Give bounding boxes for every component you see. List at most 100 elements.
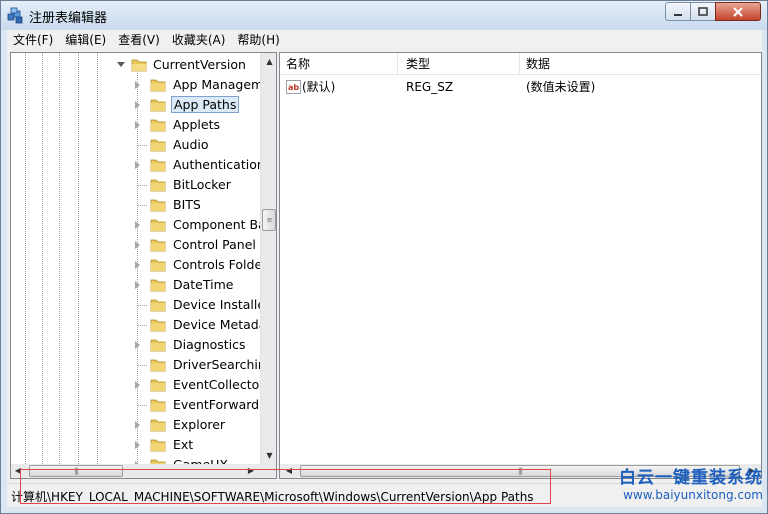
- value-name: (默认): [302, 80, 336, 94]
- tree-node-label: CurrentVersion: [153, 57, 246, 72]
- watermark-url: www.baiyunxitong.com: [623, 488, 763, 502]
- tree-node-label: DriverSearching: [173, 357, 260, 372]
- tree-node-label: Explorer: [173, 417, 226, 432]
- tree-connector: [137, 145, 147, 146]
- folder-icon: [150, 439, 166, 452]
- tree-node[interactable]: App Managem: [11, 75, 260, 95]
- menu-favorites[interactable]: 收藏夹(A): [166, 30, 232, 50]
- expand-icon[interactable]: [135, 81, 140, 89]
- expand-icon[interactable]: [135, 221, 140, 229]
- window-controls: [665, 2, 761, 21]
- folder-icon: [150, 239, 166, 252]
- folder-icon: [150, 299, 166, 312]
- tree-node[interactable]: Device Metada: [11, 315, 260, 335]
- watermark-title: 白云一键重装系统: [619, 468, 763, 488]
- tree-node[interactable]: DriverSearching: [11, 355, 260, 375]
- tree-node-label: Device Installer: [173, 297, 260, 312]
- value-row[interactable]: ab (默认) REG_SZ (数值未设置): [280, 77, 761, 97]
- column-header-type[interactable]: 类型: [400, 53, 520, 75]
- folder-icon: [150, 99, 166, 112]
- tree-node-label: EventCollector: [173, 377, 260, 392]
- menu-file[interactable]: 文件(F): [7, 30, 59, 50]
- folder-icon: [150, 179, 166, 192]
- tree-node[interactable]: Diagnostics: [11, 335, 260, 355]
- tree-node[interactable]: Audio: [11, 135, 260, 155]
- minimize-button[interactable]: [665, 2, 691, 21]
- expand-icon[interactable]: [135, 341, 140, 349]
- tree-node-label: Applets: [173, 117, 220, 132]
- tree-connector: [137, 365, 147, 366]
- value-data: (数值未设置): [526, 80, 596, 94]
- tree-node[interactable]: EventCollector: [11, 375, 260, 395]
- expand-icon[interactable]: [135, 261, 140, 269]
- minimize-icon: [674, 13, 682, 16]
- folder-icon: [150, 219, 166, 232]
- registry-editor-window: 注册表编辑器 文件(F) 编辑(E) 查看(V) 收藏夹(A) 帮助(H) Cu…: [0, 0, 768, 514]
- folder-icon: [150, 379, 166, 392]
- tree-node-root[interactable]: CurrentVersion: [11, 55, 260, 75]
- folder-icon: [150, 79, 166, 92]
- menu-bar: 文件(F) 编辑(E) 查看(V) 收藏夹(A) 帮助(H): [7, 30, 762, 50]
- tree-node[interactable]: Component Ba: [11, 215, 260, 235]
- client-area: CurrentVersion App Managem App Paths Apple…: [7, 50, 762, 507]
- scroll-up-arrow-icon[interactable]: ▲: [261, 53, 276, 70]
- tree-node-label: DateTime: [173, 277, 234, 292]
- menu-edit[interactable]: 编辑(E): [59, 30, 112, 50]
- expand-icon[interactable]: [135, 161, 140, 169]
- maximize-button[interactable]: [690, 2, 716, 21]
- folder-icon: [150, 419, 166, 432]
- tree-node[interactable]: Device Installer: [11, 295, 260, 315]
- grip-icon: ≡: [266, 216, 273, 224]
- tree-node[interactable]: Ext: [11, 435, 260, 455]
- folder-icon: [150, 259, 166, 272]
- expand-icon[interactable]: [135, 381, 140, 389]
- scroll-down-arrow-icon[interactable]: ▼: [261, 447, 276, 464]
- tree-node-label: BITS: [173, 197, 201, 212]
- tree-node[interactable]: BitLocker: [11, 175, 260, 195]
- tree-node-label: Control Panel: [173, 237, 256, 252]
- expand-icon[interactable]: [135, 241, 140, 249]
- column-header-data[interactable]: 数据: [520, 53, 760, 75]
- folder-icon: [150, 159, 166, 172]
- tree-node[interactable]: Applets: [11, 115, 260, 135]
- expand-icon[interactable]: [135, 421, 140, 429]
- tree-node[interactable]: EventForwardin: [11, 395, 260, 415]
- tree-connector: [137, 325, 147, 326]
- tree-node-label: EventForwardin: [173, 397, 260, 412]
- expand-icon[interactable]: [135, 441, 140, 449]
- window-title: 注册表编辑器: [29, 11, 108, 26]
- expand-icon[interactable]: [135, 101, 140, 109]
- highlight-box: [20, 469, 551, 504]
- expand-icon[interactable]: [135, 121, 140, 129]
- tree-vertical-scrollbar[interactable]: ▲ ≡ ▼: [260, 53, 276, 464]
- menu-view[interactable]: 查看(V): [112, 30, 166, 50]
- svg-text:ab: ab: [288, 83, 299, 92]
- tree-node[interactable]: GameUX: [11, 455, 260, 464]
- tree-node-label: Device Metada: [173, 317, 260, 332]
- folder-icon: [150, 359, 166, 372]
- tree-node[interactable]: Controls Folder: [11, 255, 260, 275]
- tree-vertical-scroll-thumb[interactable]: ≡: [262, 209, 276, 231]
- tree-node-label: Controls Folder: [173, 257, 260, 272]
- collapse-icon[interactable]: [117, 62, 125, 67]
- close-button[interactable]: [715, 2, 761, 21]
- tree-node[interactable]: DateTime: [11, 275, 260, 295]
- key-tree-pane[interactable]: CurrentVersion App Managem App Paths Apple…: [10, 52, 277, 479]
- tree-node[interactable]: Explorer: [11, 415, 260, 435]
- column-header-name[interactable]: 名称: [280, 53, 398, 75]
- tree-connector: [137, 185, 147, 186]
- folder-icon: [150, 119, 166, 132]
- folder-icon: [150, 339, 166, 352]
- tree-node[interactable]: App Paths: [11, 95, 260, 115]
- tree-node[interactable]: Authentication: [11, 155, 260, 175]
- tree-connector: [137, 405, 147, 406]
- expand-icon[interactable]: [135, 281, 140, 289]
- folder-icon: [150, 199, 166, 212]
- string-value-icon: ab: [286, 80, 301, 94]
- menu-help[interactable]: 帮助(H): [231, 30, 285, 50]
- tree-node[interactable]: Control Panel: [11, 235, 260, 255]
- tree-node[interactable]: BITS: [11, 195, 260, 215]
- watermark: 白云一键重装系统 www.baiyunxitong.com: [619, 463, 763, 502]
- title-bar[interactable]: 注册表编辑器: [1, 1, 767, 30]
- values-list-pane[interactable]: 名称 类型 数据 ab (默认) REG_SZ (数值未设置) ◀ ||| ▶: [279, 52, 762, 479]
